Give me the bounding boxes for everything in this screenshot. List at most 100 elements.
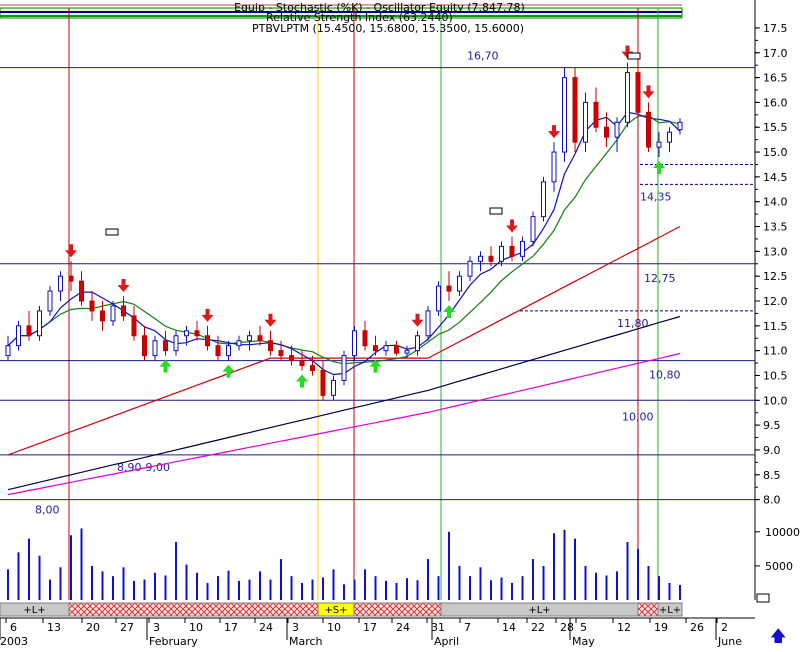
x-tick-label: 17 [363, 621, 377, 634]
month-label: June [717, 635, 742, 647]
signal-box [489, 207, 503, 215]
candle-body [646, 111, 651, 148]
signal-box [105, 228, 119, 236]
month-label: April [434, 635, 459, 647]
x-tick-label: 28 [560, 621, 574, 634]
candle-body [551, 151, 557, 183]
y-tick-label: 17.5 [763, 22, 788, 35]
x-tick-label: 7 [464, 621, 471, 634]
candle-body [142, 335, 147, 357]
y-tick-label: 14.5 [763, 171, 788, 184]
scroll-up-arrow-icon[interactable]: 🡅 [770, 625, 786, 652]
candle-body [562, 77, 567, 153]
candle-body [68, 275, 74, 282]
dashed-level-label: 11,80 [617, 317, 649, 330]
y-tick-label: 8.5 [763, 469, 781, 482]
price-level-label: 10,80 [649, 369, 681, 382]
candle-body [383, 345, 389, 352]
month-label: February [149, 635, 198, 647]
candle-body [530, 216, 536, 242]
candle-body [457, 275, 462, 292]
candle-body [362, 330, 368, 347]
candle-body [509, 245, 515, 257]
candle-body [425, 310, 431, 337]
y-tick-label: 17.0 [763, 47, 788, 60]
y-tick-label: 13.0 [763, 245, 788, 258]
candle-body [152, 340, 158, 357]
candle-body [373, 345, 378, 352]
x-tick-label: 10 [327, 621, 341, 634]
candle-body [593, 101, 599, 128]
candle-body [47, 290, 53, 312]
candle-body [226, 345, 231, 357]
status-label: +S+ [324, 605, 347, 616]
candle-body [572, 77, 578, 143]
x-tick-label: 26 [690, 621, 704, 634]
x-tick-label: 13 [47, 621, 61, 634]
chart-background [0, 0, 802, 647]
signal-box [627, 52, 641, 60]
candle-body [404, 350, 410, 354]
y-tick-label: 14.0 [763, 196, 788, 209]
candle-body [16, 325, 21, 347]
candle-body [89, 300, 95, 312]
x-tick-label: 22 [531, 621, 545, 634]
y-tick-label: 16.5 [763, 72, 788, 85]
volume-scroll-box [756, 593, 770, 603]
x-tick-label: 27 [120, 621, 134, 634]
header-line-3: PTBVLPTM (15.4500, 15.6800, 15.3500, 15.… [252, 22, 525, 35]
candle-body [278, 350, 284, 357]
x-tick-label: 6 [10, 621, 17, 634]
candle-body [100, 310, 105, 322]
x-tick-label: 24 [396, 621, 410, 634]
candle-body [478, 255, 483, 262]
price-level-label: 12,75 [644, 272, 676, 285]
candle-body [184, 330, 189, 337]
x-tick-label: 5 [580, 621, 587, 634]
candle-body [121, 305, 126, 317]
price-level-label: 16,70 [467, 50, 499, 63]
candle-body [310, 365, 315, 372]
candle-body [436, 285, 441, 312]
candle-body [173, 335, 179, 352]
candle-body [257, 335, 263, 342]
candle-body [131, 315, 137, 337]
y-tick-label: 10.5 [763, 369, 788, 382]
status-label: +L+ [23, 605, 45, 616]
candle-body [268, 340, 273, 352]
candle-body [37, 310, 42, 337]
x-tick-label: 31 [431, 621, 445, 634]
x-tick-label: 2 [721, 621, 728, 634]
candle-body [656, 141, 662, 148]
price-level-label: 8,00 [35, 504, 60, 517]
x-tick-label: 20 [86, 621, 100, 634]
x-tick-label: 19 [654, 621, 668, 634]
y-tick-label: 11.0 [763, 345, 788, 358]
candle-body [604, 126, 609, 138]
status-label: +L+ [528, 605, 550, 616]
candle-body [79, 280, 84, 302]
y-tick-label: 12.0 [763, 295, 788, 308]
month-label: March [289, 635, 323, 647]
y-tick-label: 10.0 [763, 394, 788, 407]
candle-body [520, 240, 525, 257]
candle-body [58, 275, 63, 292]
candle-body [583, 101, 588, 143]
volume-tick-label: 10000 [765, 526, 800, 539]
y-tick-label: 9.5 [763, 419, 781, 432]
candle-body [625, 72, 630, 123]
candle-body [394, 345, 399, 354]
candle-body [289, 355, 294, 362]
y-tick-label: 15.0 [763, 146, 788, 159]
candle-body [320, 370, 326, 396]
candle-body [635, 72, 641, 113]
status-segment-hatch [353, 602, 442, 617]
x-tick-label: 14 [502, 621, 516, 634]
candle-body [446, 285, 452, 292]
x-tick-label: 10 [189, 621, 203, 634]
candle-body [26, 325, 32, 337]
candle-body [488, 255, 494, 262]
x-tick-label: 24 [259, 621, 273, 634]
y-tick-label: 12.5 [763, 270, 788, 283]
candle-body [5, 345, 11, 357]
